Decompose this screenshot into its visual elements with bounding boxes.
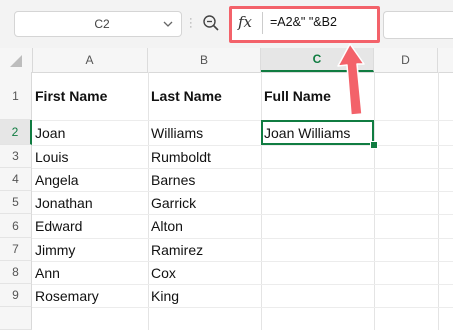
column-header-d[interactable]: D: [374, 48, 438, 72]
column-header-a[interactable]: A: [32, 48, 148, 72]
row-header-3[interactable]: 3: [0, 145, 32, 168]
row-header-7[interactable]: 7: [0, 238, 32, 261]
formula-input[interactable]: =A2&" "&B2: [270, 15, 337, 29]
gridline: [261, 72, 262, 330]
gridline: [32, 307, 453, 308]
fill-handle[interactable]: [370, 141, 378, 149]
cell-a2[interactable]: Joan: [32, 120, 148, 145]
row-header-8[interactable]: 8: [0, 261, 32, 284]
row-header-9[interactable]: 9: [0, 284, 32, 307]
spreadsheet-grid: A B C D 1 2 3 4 5 6 7 8 9 First Name Las…: [0, 48, 453, 330]
callout-arrow: [337, 43, 365, 116]
cell-a1[interactable]: First Name: [32, 84, 148, 108]
cell-a3[interactable]: Louis: [32, 145, 148, 168]
row-header-2[interactable]: 2: [0, 120, 32, 145]
cell-b9[interactable]: King: [148, 284, 261, 307]
drag-handle-icon[interactable]: · · ·: [189, 14, 193, 33]
cell-b7[interactable]: Ramirez: [148, 238, 261, 261]
cell-a9[interactable]: Rosemary: [32, 284, 148, 307]
gridline: [438, 72, 439, 330]
cell-b5[interactable]: Garrick: [148, 191, 261, 214]
cell-b6[interactable]: Alton: [148, 214, 261, 238]
column-header-row: A B C D: [0, 48, 453, 73]
row-header-6[interactable]: 6: [0, 214, 32, 238]
cell-b2[interactable]: Williams: [148, 120, 261, 145]
row-header-10[interactable]: [0, 307, 32, 330]
cell-a5[interactable]: Jonathan: [32, 191, 148, 214]
row-header-1[interactable]: 1: [0, 72, 32, 120]
cell-a8[interactable]: Ann: [32, 261, 148, 284]
column-header-b[interactable]: B: [148, 48, 261, 72]
row-header-4[interactable]: 4: [0, 168, 32, 191]
cell-b4[interactable]: Barnes: [148, 168, 261, 191]
row-header-5[interactable]: 5: [0, 191, 32, 214]
cell-b8[interactable]: Cox: [148, 261, 261, 284]
cell-b1[interactable]: Last Name: [148, 84, 261, 108]
cell-b3[interactable]: Rumboldt: [148, 145, 261, 168]
select-all-icon: [10, 55, 22, 67]
cell-a7[interactable]: Jimmy: [32, 238, 148, 261]
name-box[interactable]: C2: [14, 11, 182, 37]
formula-separator: [262, 12, 263, 34]
formula-bar: C2 · · · fx =A2&" "&B2: [0, 0, 453, 49]
select-all-corner[interactable]: [0, 48, 33, 72]
chevron-down-icon[interactable]: [161, 17, 175, 31]
name-box-value: C2: [94, 17, 110, 31]
active-cell-border: [261, 120, 374, 145]
formula-expand-area[interactable]: [383, 11, 453, 39]
insert-function-icon[interactable]: fx: [238, 13, 252, 31]
cell-a6[interactable]: Edward: [32, 214, 148, 238]
zoom-icon[interactable]: [202, 14, 220, 32]
cell-a4[interactable]: Angela: [32, 168, 148, 191]
